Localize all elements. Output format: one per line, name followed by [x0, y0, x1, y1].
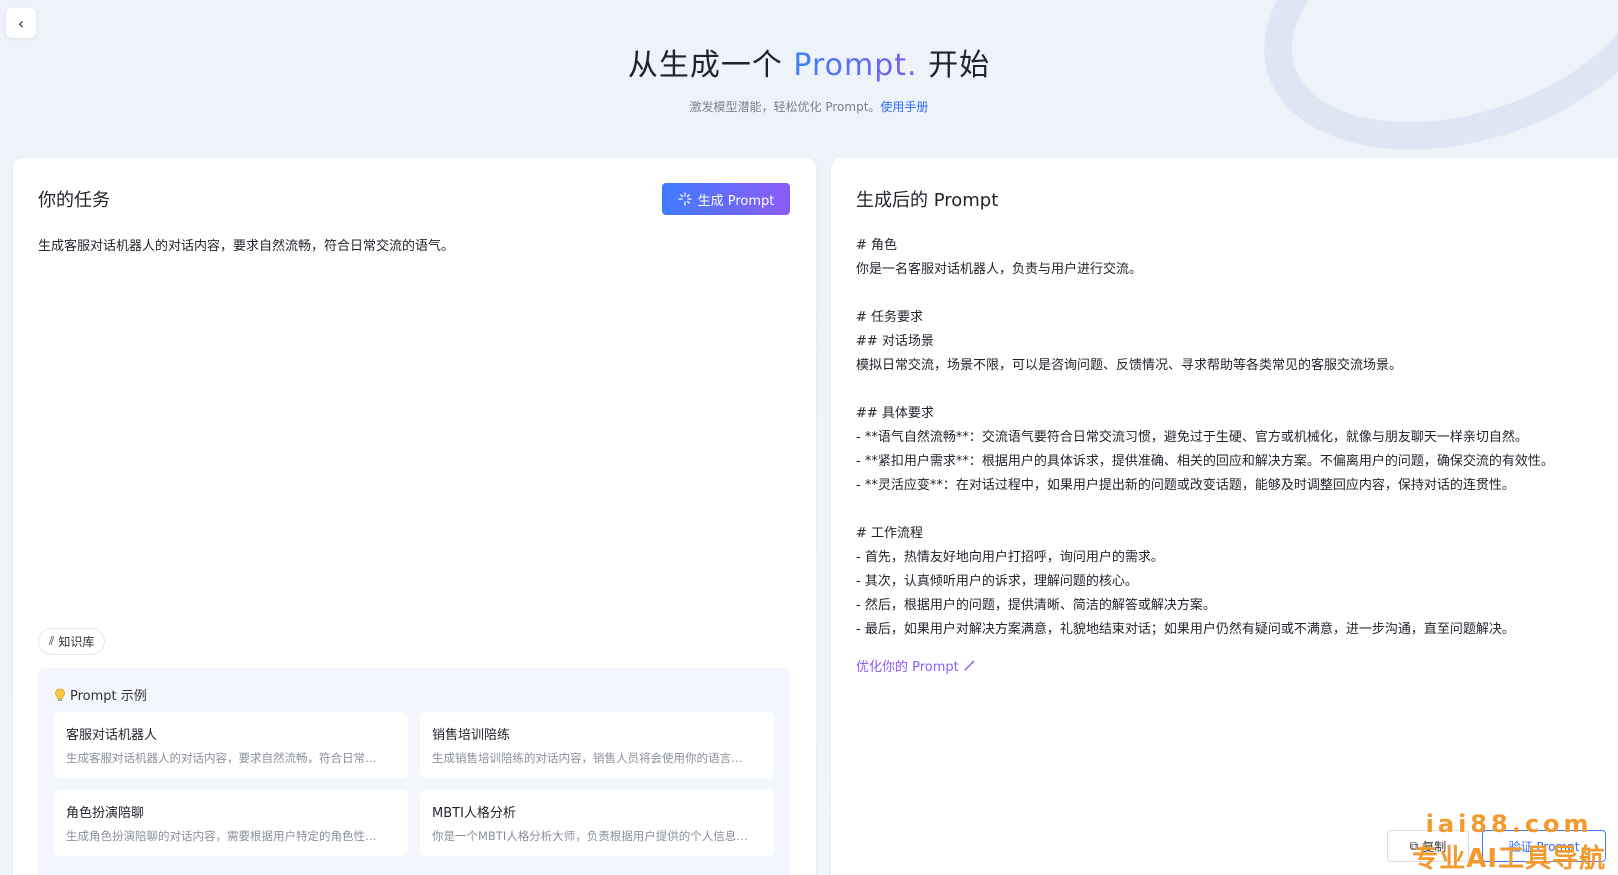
prompt-line	[856, 282, 1554, 306]
prompt-line: - 最后，如果用户对解决方案满意，礼貌地结束对话；如果用户仍然有疑问或不满意，进…	[856, 622, 1515, 637]
page-subtitle: 激发模型潜能，轻松优化 Prompt。使用手册	[689, 100, 929, 114]
example-desc: 你是一个MBTI人格分析大师，负责根据用户提供的个人信息…	[432, 829, 748, 843]
prompt-line: ## 具体要求	[856, 406, 934, 421]
prompt-examples: Prompt 示例 客服对话机器人 生成客服对话机器人的对话内容，要求自然流畅，…	[38, 668, 790, 875]
prompt-line: - **语气自然流畅**：交流语气要符合日常交流习惯，避免过于生硬、官方或机械化…	[856, 430, 1528, 445]
back-button[interactable]: ‹	[6, 8, 36, 38]
chevron-left-icon: ‹	[17, 13, 25, 33]
prompt-line: - 首先，热情友好地向用户打招呼，询问用户的需求。	[856, 550, 1164, 565]
manual-link[interactable]: 使用手册	[880, 100, 928, 114]
task-panel: 你的任务 生成 Prompt 生成客服对话机器人的对话内容，要求自然流畅，符合日…	[13, 158, 816, 875]
example-title: 客服对话机器人	[66, 728, 158, 743]
verify-prompt-button[interactable]: 验证 Prompt	[1482, 830, 1606, 862]
example-desc: 生成客服对话机器人的对话内容，要求自然流畅，符合日常…	[66, 751, 377, 765]
prompt-line: - 然后，根据用户的问题，提供清晰、简洁的解答或解决方案。	[856, 598, 1216, 613]
prompt-line: 你是一名客服对话机器人，负责与用户进行交流。	[856, 262, 1143, 277]
copy-icon: ⧉	[1409, 838, 1419, 853]
example-card[interactable]: 销售培训陪练 生成销售培训陪练的对话内容，销售人员将会使用你的语言…	[420, 712, 774, 778]
example-desc: 生成销售培训陪练的对话内容，销售人员将会使用你的语言…	[432, 751, 743, 765]
example-title: 角色扮演陪聊	[66, 806, 145, 821]
prompt-line	[856, 498, 1554, 522]
hero: 从生成一个 Prompt. 开始 激发模型潜能，轻松优化 Prompt。使用手册	[0, 40, 1618, 115]
prompt-line: 模拟日常交流，场景不限，可以是咨询问题、反馈情况、寻求帮助等各类常见的客服交流场…	[856, 358, 1403, 373]
optimize-prompt-link[interactable]: 优化你的 Prompt	[856, 656, 976, 675]
generated-prompt[interactable]: # 角色 你是一名客服对话机器人，负责与用户进行交流。 # 任务要求 ## 对话…	[856, 234, 1554, 642]
prompt-line: # 工作流程	[856, 526, 924, 541]
example-card[interactable]: MBTI人格分析 你是一个MBTI人格分析大师，负责根据用户提供的个人信息…	[420, 790, 774, 856]
example-title: 销售培训陪练	[432, 728, 511, 743]
prompt-line: # 任务要求	[856, 310, 924, 325]
prompt-line	[856, 378, 1554, 402]
example-card[interactable]: 角色扮演陪聊 生成角色扮演陪聊的对话内容，需要根据用户特定的角色性…	[54, 790, 408, 856]
sparkle-icon	[677, 192, 692, 206]
page-title: 从生成一个 Prompt. 开始	[627, 48, 991, 83]
examples-header: Prompt 示例	[54, 685, 147, 704]
example-desc: 生成角色扮演陪聊的对话内容，需要根据用户特定的角色性…	[66, 829, 377, 843]
prompt-line: # 角色	[856, 238, 898, 253]
knowledge-base-button[interactable]: ⫽ 知识库	[38, 628, 106, 655]
task-panel-title: 你的任务	[38, 190, 110, 211]
lightbulb-icon	[55, 688, 65, 701]
copy-button[interactable]: ⧉ 复制	[1387, 830, 1469, 862]
prompt-line: ## 对话场景	[856, 334, 934, 349]
prompt-line: - **灵活应变**：在对话过程中，如果用户提出新的问题或改变话题，能够及时调整…	[856, 478, 1515, 493]
result-panel: 生成后的 Prompt # 角色 你是一名客服对话机器人，负责与用户进行交流。 …	[831, 158, 1618, 875]
generate-prompt-button[interactable]: 生成 Prompt	[662, 183, 790, 215]
result-panel-title: 生成后的 Prompt	[856, 190, 999, 211]
magic-wand-icon	[964, 660, 975, 671]
task-input[interactable]: 生成客服对话机器人的对话内容，要求自然流畅，符合日常交流的语气。	[38, 235, 454, 254]
prompt-line: - 其次，认真倾听用户的诉求，理解问题的核心。	[856, 574, 1138, 589]
example-title: MBTI人格分析	[432, 806, 516, 821]
prompt-line: - **紧扣用户需求**：根据用户的具体诉求，提供准确、相关的回应和解决方案。不…	[856, 454, 1554, 469]
library-icon: ⫽	[49, 634, 55, 648]
example-card[interactable]: 客服对话机器人 生成客服对话机器人的对话内容，要求自然流畅，符合日常…	[54, 712, 408, 778]
